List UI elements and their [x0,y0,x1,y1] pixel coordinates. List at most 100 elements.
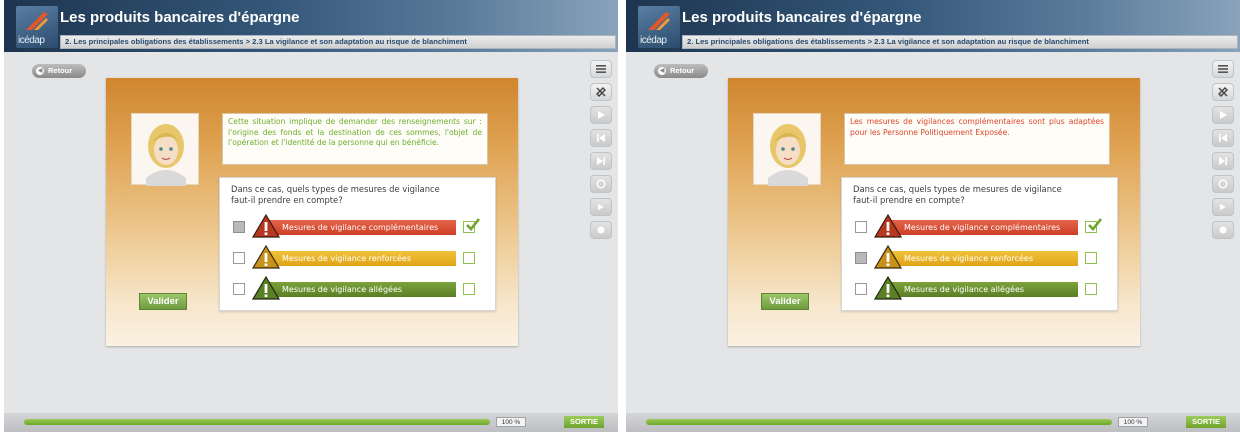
option-row-complementaires: Mesures de vigilance complémentaires [842,214,1119,239]
page-title: Les produits bancaires d'épargne [60,9,300,26]
option-row-renforcees: Mesures de vigilance renforcées [220,245,497,270]
app-logo: icédap [16,6,58,48]
exercise-panel: Les mesures de vigilances complémentaire… [728,78,1140,346]
dual-screen-stage: icédap Les produits bancaires d'épargne … [0,0,1240,432]
audio-button[interactable] [590,198,612,216]
option-row-complementaires: Mesures de vigilance complémentaires [220,214,497,239]
audio-icon [598,204,604,210]
zoom-button[interactable] [590,221,612,239]
correct-answer-marker [463,218,481,233]
zoom-icon [597,226,605,234]
first-button[interactable] [1212,129,1234,147]
question-box: Dans ce cas, quels types de mesures de v… [841,177,1118,311]
tools-icon [596,87,606,97]
first-icon [1219,134,1227,142]
first-button[interactable] [590,129,612,147]
tools-button[interactable] [1212,83,1234,101]
back-button-label: Retour [670,66,695,75]
replay-icon [596,179,606,189]
warning-icon [252,245,280,269]
option-label: Mesures de vigilance renforcées [266,251,456,266]
option-checkbox[interactable] [233,252,245,264]
logo-text: icédap [640,35,667,46]
option-label: Mesures de vigilance allégées [888,282,1078,297]
footer-bar: 100 % SORTIE [4,413,618,432]
exit-button[interactable]: SORTIE [1186,416,1226,428]
warning-icon [252,276,280,300]
audio-button[interactable] [1212,198,1234,216]
replay-button[interactable] [590,175,612,193]
answer-marker [1085,252,1097,264]
zoom-button[interactable] [1212,221,1234,239]
progress-bar [24,419,490,425]
breadcrumb-bar: 2. Les principales obligations des établ… [60,35,616,49]
progress-bar [646,419,1112,425]
last-icon [597,157,605,165]
option-label: Mesures de vigilance complémentaires [266,220,456,235]
progress-fill [646,419,1112,425]
swoosh-icon [26,12,48,30]
option-row-allegees: Mesures de vigilance allégées [220,276,497,301]
screen-right: icédap Les produits bancaires d'épargne … [626,0,1240,432]
answer-marker [1085,283,1097,295]
menu-button[interactable] [590,60,612,78]
back-button-label: Retour [48,66,73,75]
breadcrumb: 2. Les principales obligations des établ… [687,37,1089,46]
feedback-bubble: Cette situation implique de demander des… [222,113,488,165]
option-checkbox[interactable] [233,221,245,233]
breadcrumb-bar: 2. Les principales obligations des établ… [682,35,1238,49]
option-checkbox[interactable] [855,252,867,264]
answer-marker [463,252,475,264]
exercise-panel: Cette situation implique de demander des… [106,78,518,346]
replay-button[interactable] [1212,175,1234,193]
app-logo: icédap [638,6,680,48]
option-label: Mesures de vigilance complémentaires [888,220,1078,235]
swoosh-icon [648,12,670,30]
last-button[interactable] [590,152,612,170]
tools-button[interactable] [590,83,612,101]
menu-icon [596,65,606,73]
menu-icon [1218,65,1228,73]
advisor-avatar-icon [768,124,808,186]
option-row-renforcees: Mesures de vigilance renforcées [842,245,1119,270]
progress-percent: 100 % [1118,417,1148,427]
correct-answer-marker [1085,218,1103,233]
back-button[interactable]: ◀ Retour [654,64,708,78]
checkmark-icon [1088,218,1103,231]
warning-icon [874,276,902,300]
play-button[interactable] [590,106,612,124]
last-button[interactable] [1212,152,1234,170]
back-button[interactable]: ◀ Retour [32,64,86,78]
answer-marker [463,283,475,295]
menu-button[interactable] [1212,60,1234,78]
progress-percent: 100 % [496,417,526,427]
option-label: Mesures de vigilance renforcées [888,251,1078,266]
validate-button[interactable]: Valider [761,293,809,310]
feedback-bubble: Les mesures de vigilances complémentaire… [844,113,1110,165]
audio-icon [1220,204,1226,210]
exit-button[interactable]: SORTIE [564,416,604,428]
replay-icon [1218,179,1228,189]
last-icon [1219,157,1227,165]
page-title: Les produits bancaires d'épargne [682,9,922,26]
option-checkbox[interactable] [233,283,245,295]
play-button[interactable] [1212,106,1234,124]
back-arrow-icon: ◀ [36,67,44,75]
play-icon [598,111,605,119]
option-row-allegees: Mesures de vigilance allégées [842,276,1119,301]
option-checkbox[interactable] [855,283,867,295]
option-checkbox[interactable] [855,221,867,233]
question-prompt: Dans ce cas, quels types de mesures de v… [231,184,440,205]
back-arrow-icon: ◀ [658,67,666,75]
question-box: Dans ce cas, quels types de mesures de v… [219,177,496,311]
warning-icon [874,245,902,269]
breadcrumb: 2. Les principales obligations des établ… [65,37,467,46]
option-label: Mesures de vigilance allégées [266,282,456,297]
zoom-icon [1219,226,1227,234]
validate-button[interactable]: Valider [139,293,187,310]
footer-bar: 100 % SORTIE [626,413,1240,432]
app-header: icédap Les produits bancaires d'épargne … [626,0,1240,52]
first-icon [597,134,605,142]
avatar [131,113,199,186]
question-prompt: Dans ce cas, quels types de mesures de v… [853,184,1062,205]
